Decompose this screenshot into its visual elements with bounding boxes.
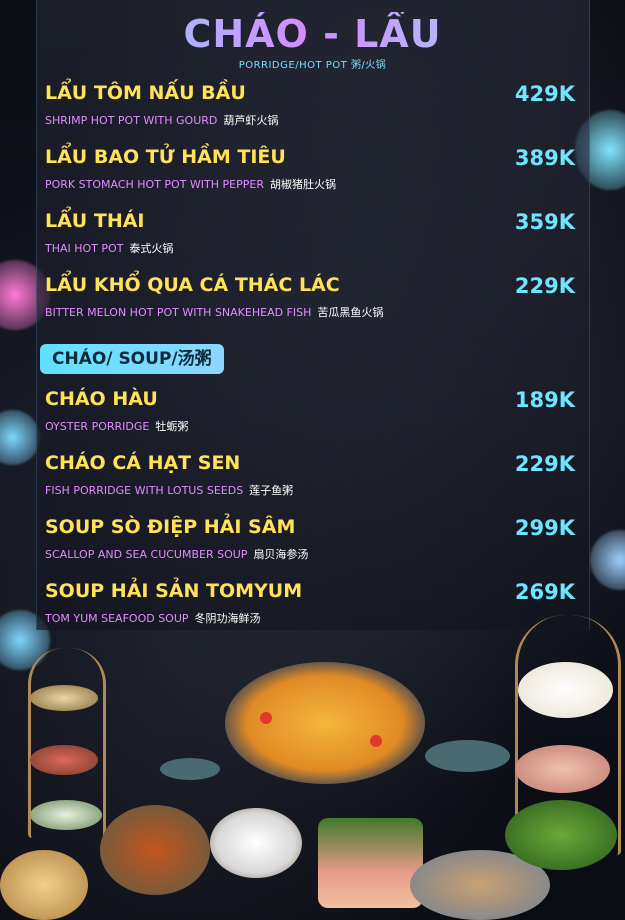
item-name: LẨU THÁI: [45, 210, 145, 232]
item-name: SOUP HẢI SẢN TOMYUM: [45, 580, 303, 602]
item-description: FISH PORRIDGE WITH LOTUS SEEDS 莲子鱼粥: [45, 482, 293, 498]
side-dish: [30, 800, 102, 830]
item-description: SCALLOP AND SEA CUCUMBER SOUP 扇贝海参汤: [45, 546, 308, 562]
meat-plate: [515, 745, 610, 793]
section-header-soup: CHÁO/ SOUP/汤粥: [40, 344, 224, 374]
item-desc-zh: 苦瓜黑鱼火锅: [317, 306, 384, 319]
item-description: TOM YUM SEAFOOD SOUP 冬阴功海鲜汤: [45, 610, 261, 626]
neon-flower-decoration: [590, 530, 625, 590]
food-photo: [0, 615, 625, 920]
item-desc-en: SCALLOP AND SEA CUCUMBER SOUP: [45, 548, 248, 561]
item-desc-zh: 冬阴功海鲜汤: [194, 612, 261, 625]
item-name: LẨU BAO TỬ HẦM TIÊU: [45, 146, 286, 168]
item-price: 359K: [514, 210, 575, 234]
page-subtitle: PORRIDGE/HOT POT 粥/火锅: [238, 60, 387, 71]
mushroom-decoration: [425, 740, 510, 772]
item-name: LẨU TÔM NẤU BẦU: [45, 82, 246, 104]
item-desc-zh: 泰式火锅: [129, 242, 174, 255]
hot-pot-bowl: [225, 662, 425, 784]
item-description: SHRIMP HOT POT WITH GOURD 葫芦虾火锅: [45, 112, 278, 128]
rice-plate: [210, 808, 302, 878]
item-desc-en: BITTER MELON HOT POT WITH SNAKEHEAD FISH: [45, 306, 312, 319]
item-price: 229K: [514, 452, 575, 476]
item-price: 189K: [514, 388, 575, 412]
neon-flower-decoration: [0, 410, 40, 465]
noodle-plate: [518, 662, 613, 718]
item-desc-zh: 扇贝海参汤: [253, 548, 309, 561]
item-price: 299K: [514, 516, 575, 540]
vegetable-tray: [318, 818, 423, 908]
item-price: 229K: [514, 274, 575, 298]
side-dish: [100, 805, 210, 895]
item-desc-zh: 胡椒猪肚火锅: [269, 178, 336, 191]
item-description: BITTER MELON HOT POT WITH SNAKEHEAD FISH…: [45, 304, 383, 320]
greens-plate: [505, 800, 617, 870]
item-desc-en: OYSTER PORRIDGE: [45, 420, 150, 433]
item-desc-en: FISH PORRIDGE WITH LOTUS SEEDS: [45, 484, 244, 497]
item-desc-zh: 葫芦虾火锅: [223, 114, 279, 127]
item-description: THAI HOT POT 泰式火锅: [45, 240, 173, 256]
side-dish: [30, 685, 98, 711]
item-name: SOUP SÒ ĐIỆP HẢI SÂM: [45, 516, 296, 538]
item-desc-zh: 牡蛎粥: [155, 420, 189, 433]
item-price: 429K: [514, 82, 575, 106]
item-desc-en: THAI HOT POT: [45, 242, 124, 255]
item-name: LẨU KHỔ QUA CÁ THÁC LÁC: [45, 274, 340, 296]
item-name: CHÁO CÁ HẠT SEN: [45, 452, 241, 474]
side-dish: [30, 745, 98, 775]
chili-garnish: [370, 735, 382, 747]
menu-page: CHÁO - LẨU PORRIDGE/HOT POT 粥/火锅 LẨU TÔM…: [0, 0, 625, 920]
item-desc-zh: 莲子鱼粥: [249, 484, 294, 497]
item-name: CHÁO HÀU: [45, 388, 158, 410]
item-desc-en: PORK STOMACH HOT POT WITH PEPPER: [45, 178, 264, 191]
item-description: OYSTER PORRIDGE 牡蛎粥: [45, 418, 188, 434]
chili-garnish: [260, 712, 272, 724]
page-title: CHÁO - LẨU: [0, 12, 625, 56]
item-description: PORK STOMACH HOT POT WITH PEPPER 胡椒猪肚火锅: [45, 176, 336, 192]
mushroom-decoration: [160, 758, 220, 780]
item-desc-en: SHRIMP HOT POT WITH GOURD: [45, 114, 218, 127]
item-price: 389K: [514, 146, 575, 170]
item-desc-en: TOM YUM SEAFOOD SOUP: [45, 612, 189, 625]
item-price: 269K: [514, 580, 575, 604]
side-dish: [0, 850, 88, 920]
